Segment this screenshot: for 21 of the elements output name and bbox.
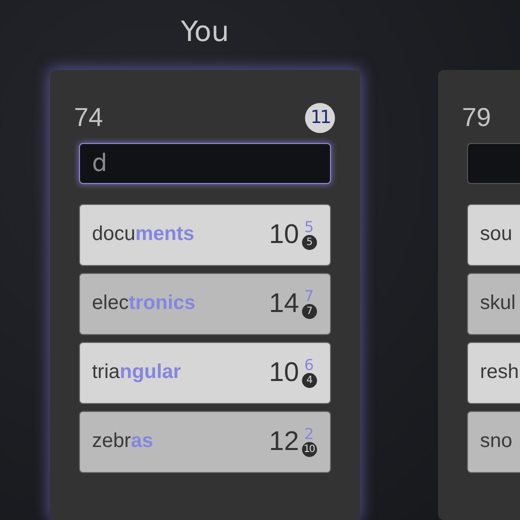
word: resh — [480, 361, 520, 384]
points: 10 — [268, 219, 299, 250]
word: documents — [92, 223, 196, 246]
word: triangular — [92, 361, 182, 384]
bonus-points: 6 — [304, 357, 314, 374]
word-input-field[interactable]: d — [79, 142, 331, 184]
bonus-points: 5 — [304, 219, 314, 236]
word: sno — [480, 430, 514, 454]
score: 74 — [74, 102, 103, 134]
points: 10 — [268, 357, 299, 388]
count-badge: 4 — [302, 373, 316, 388]
word: skul — [480, 292, 517, 316]
count-badge: 7 — [302, 304, 316, 320]
count-badge: 5 — [302, 235, 316, 250]
count-badge: 10 — [302, 442, 316, 458]
player-name: You — [180, 14, 230, 50]
points: 14 — [268, 288, 299, 320]
score: 79 — [462, 102, 491, 134]
points: 12 — [268, 426, 299, 458]
count-badge: 11 — [305, 102, 335, 133]
word: sou — [480, 223, 514, 246]
